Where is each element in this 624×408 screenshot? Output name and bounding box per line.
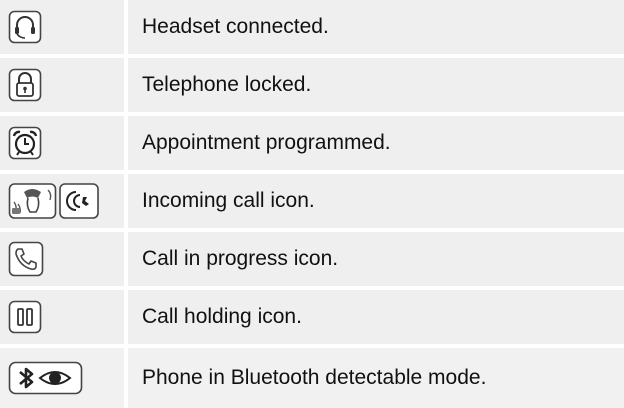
legend-row-appointment: Appointment programmed. [0,116,624,170]
legend-text-bluetooth: Phone in Bluetooth detectable mode. [128,348,624,408]
legend-icon-cell [0,0,124,54]
legend-text-headset: Headset connected. [128,0,624,54]
legend-row-call-holding: Call holding icon. [0,290,624,344]
legend-text-call-in-progress: Call in progress icon. [128,232,624,286]
legend-text-call-holding: Call holding icon. [128,290,624,344]
padlock-icon [8,68,42,102]
legend-text-appointment: Appointment programmed. [128,116,624,170]
legend-row-incoming-call: Incoming call icon. [0,174,624,228]
legend-icon-cell [0,348,124,408]
alarm-clock-icon [8,126,42,160]
legend-icon-cell [0,174,124,228]
legend-text-locked: Telephone locked. [128,58,624,112]
phone-handset-icon [8,241,44,277]
legend-row-call-in-progress: Call in progress icon. [0,232,624,286]
legend-row-locked: Telephone locked. [0,58,624,112]
legend-row-headset: Headset connected. [0,0,624,54]
icon-legend-table: Headset connected. Telephone locked. App… [0,0,624,408]
legend-row-bluetooth: Phone in Bluetooth detectable mode. [0,348,624,408]
headset-icon [8,10,42,44]
pause-icon [8,300,42,334]
legend-icon-cell [0,232,124,286]
incoming-call-icon [8,183,99,219]
bluetooth-eye-icon [8,361,83,395]
legend-icon-cell [0,116,124,170]
legend-text-incoming-call: Incoming call icon. [128,174,624,228]
legend-icon-cell [0,290,124,344]
legend-icon-cell [0,58,124,112]
